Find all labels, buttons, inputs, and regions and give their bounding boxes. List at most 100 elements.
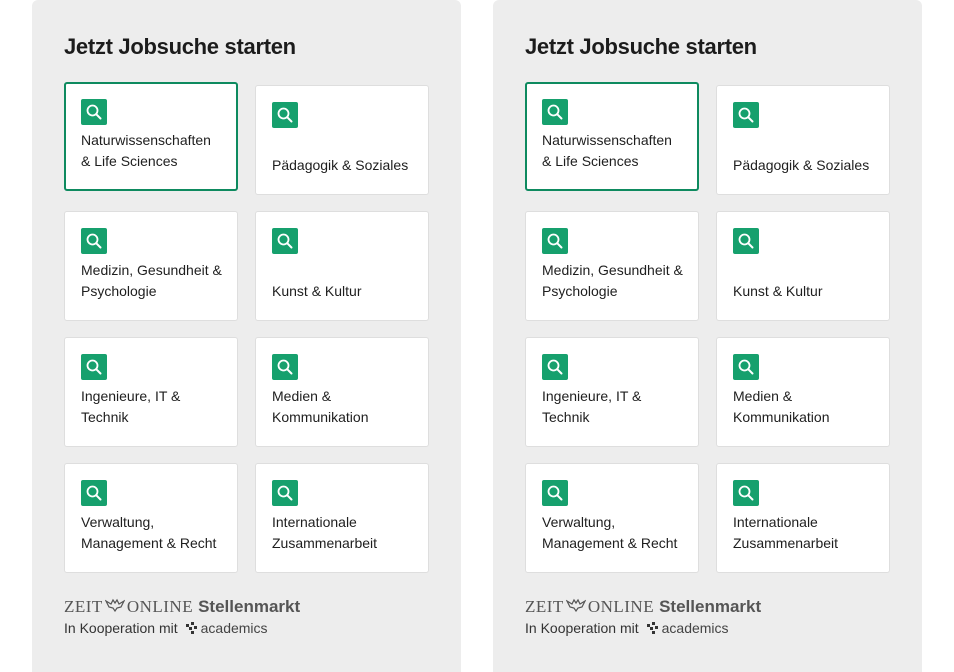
category-label-line: Ingenieure, IT & <box>81 388 181 404</box>
category-label-line: Kunst & Kultur <box>733 283 823 299</box>
category-tile[interactable]: Medizin, Gesundheit & Psychologie <box>525 211 699 321</box>
category-label: Naturwissenschaften & Life Sciences <box>81 130 228 172</box>
category-label-line: Kommunikation <box>272 409 369 425</box>
brand-zeit: ZEIT <box>525 597 564 616</box>
category-tile[interactable]: Naturwissenschaften & Life Sciences <box>525 82 699 191</box>
category-label-line: Management & Recht <box>542 535 678 551</box>
category-label-line: Technik <box>81 409 129 425</box>
category-label: Pädagogik & Soziales <box>272 155 420 176</box>
category-label-line: Naturwissenschaften <box>542 132 672 148</box>
category-tile[interactable]: Internationale Zusammenarbeit <box>716 463 890 573</box>
category-label: Ingenieure, IT & Technik <box>81 386 229 428</box>
category-label-line: Medizin, Gesundheit & <box>542 262 683 278</box>
category-label-line: Verwaltung, <box>81 514 155 530</box>
search-icon <box>733 102 759 128</box>
widget-title: Jetzt Jobsuche starten <box>64 34 296 59</box>
category-label-line: Psychologie <box>542 283 618 299</box>
search-icon <box>542 354 568 380</box>
search-icon <box>81 480 107 506</box>
brand-logo: ZEIT ONLINE Stellenmarkt <box>525 597 761 617</box>
category-label: Kunst & Kultur <box>272 281 420 302</box>
search-icon <box>81 99 107 125</box>
job-search-widget-2: Jetzt Jobsuche starten Naturwissenschaft… <box>493 0 922 672</box>
category-label-line: Internationale <box>733 514 818 530</box>
brand-stellenmarkt: Stellenmarkt <box>659 597 762 616</box>
brand-stellenmarkt: Stellenmarkt <box>198 597 301 616</box>
category-label-line: Medien & <box>733 388 793 404</box>
category-label: Medien & Kommunikation <box>272 386 420 428</box>
brand-online: ONLINE <box>126 597 194 616</box>
eagle-icon <box>104 598 125 612</box>
category-label: Pädagogik & Soziales <box>733 155 881 176</box>
search-icon <box>272 480 298 506</box>
category-label: Medizin, Gesundheit & Psychologie <box>542 260 690 302</box>
brand-footer[interactable]: ZEIT ONLINE Stellenmarkt In Kooperation … <box>525 597 761 636</box>
category-tile[interactable]: Internationale Zusammenarbeit <box>255 463 429 573</box>
category-tile[interactable]: Verwaltung, Management & Recht <box>525 463 699 573</box>
search-icon <box>542 228 568 254</box>
category-label: Naturwissenschaften & Life Sciences <box>542 130 689 172</box>
category-label-line: Medien & <box>272 388 332 404</box>
category-label: Kunst & Kultur <box>733 281 881 302</box>
category-label-line: Naturwissenschaften <box>81 132 211 148</box>
search-icon <box>272 102 298 128</box>
search-icon <box>733 228 759 254</box>
category-label-line: Management & Recht <box>81 535 217 551</box>
category-label: Medien & Kommunikation <box>733 386 881 428</box>
category-label-line: Psychologie <box>81 283 157 299</box>
cooperation-text: In Kooperation mit <box>64 620 178 636</box>
cooperation-line: In Kooperation mit academics <box>525 620 761 636</box>
academics-text: academics <box>200 620 268 636</box>
search-icon <box>81 354 107 380</box>
category-label: Ingenieure, IT & Technik <box>542 386 690 428</box>
category-tile[interactable]: Kunst & Kultur <box>255 211 429 321</box>
category-label-line: & Life Sciences <box>542 153 639 169</box>
category-label-line: Kommunikation <box>733 409 830 425</box>
category-label-line: Verwaltung, <box>542 514 616 530</box>
category-label: Verwaltung, Management & Recht <box>81 512 229 554</box>
category-tile[interactable]: Medien & Kommunikation <box>716 337 890 447</box>
search-icon <box>272 228 298 254</box>
category-label-line: Kunst & Kultur <box>272 283 362 299</box>
cooperation-text: In Kooperation mit <box>525 620 639 636</box>
category-tile[interactable]: Ingenieure, IT & Technik <box>525 337 699 447</box>
category-tile[interactable]: Naturwissenschaften & Life Sciences <box>64 82 238 191</box>
category-label: Medizin, Gesundheit & Psychologie <box>81 260 229 302</box>
job-search-widget-1: Jetzt Jobsuche starten Naturwissenschaft… <box>32 0 461 672</box>
search-icon <box>733 480 759 506</box>
academics-logo: academics <box>185 620 268 636</box>
cooperation-line: In Kooperation mit academics <box>64 620 300 636</box>
search-icon <box>733 354 759 380</box>
category-label-line: Internationale <box>272 514 357 530</box>
category-tile[interactable]: Pädagogik & Soziales <box>716 85 890 195</box>
brand-online: ONLINE <box>587 597 655 616</box>
category-label-line: Technik <box>542 409 590 425</box>
brand-zeit: ZEIT <box>64 597 103 616</box>
academics-logo: academics <box>646 620 729 636</box>
category-tile[interactable]: Medien & Kommunikation <box>255 337 429 447</box>
category-tile[interactable]: Verwaltung, Management & Recht <box>64 463 238 573</box>
category-tile[interactable]: Kunst & Kultur <box>716 211 890 321</box>
category-label: Internationale Zusammenarbeit <box>272 512 420 554</box>
search-icon <box>272 354 298 380</box>
academics-text: academics <box>661 620 729 636</box>
brand-footer[interactable]: ZEIT ONLINE Stellenmarkt In Kooperation … <box>64 597 300 636</box>
category-label-line: & Life Sciences <box>81 153 178 169</box>
category-tile[interactable]: Medizin, Gesundheit & Psychologie <box>64 211 238 321</box>
brand-logo: ZEIT ONLINE Stellenmarkt <box>64 597 300 617</box>
category-label-line: Ingenieure, IT & <box>542 388 642 404</box>
category-label-line: Pädagogik & Soziales <box>733 157 870 173</box>
search-icon <box>542 480 568 506</box>
academics-mark-icon <box>185 621 197 634</box>
category-label-line: Medizin, Gesundheit & <box>81 262 222 278</box>
category-label-line: Zusammenarbeit <box>272 535 378 551</box>
search-icon <box>542 99 568 125</box>
category-tile[interactable]: Ingenieure, IT & Technik <box>64 337 238 447</box>
academics-mark-icon <box>646 621 658 634</box>
category-label-line: Zusammenarbeit <box>733 535 839 551</box>
category-label-line: Pädagogik & Soziales <box>272 157 409 173</box>
eagle-icon <box>565 598 586 612</box>
search-icon <box>81 228 107 254</box>
category-tile[interactable]: Pädagogik & Soziales <box>255 85 429 195</box>
category-label: Verwaltung, Management & Recht <box>542 512 690 554</box>
